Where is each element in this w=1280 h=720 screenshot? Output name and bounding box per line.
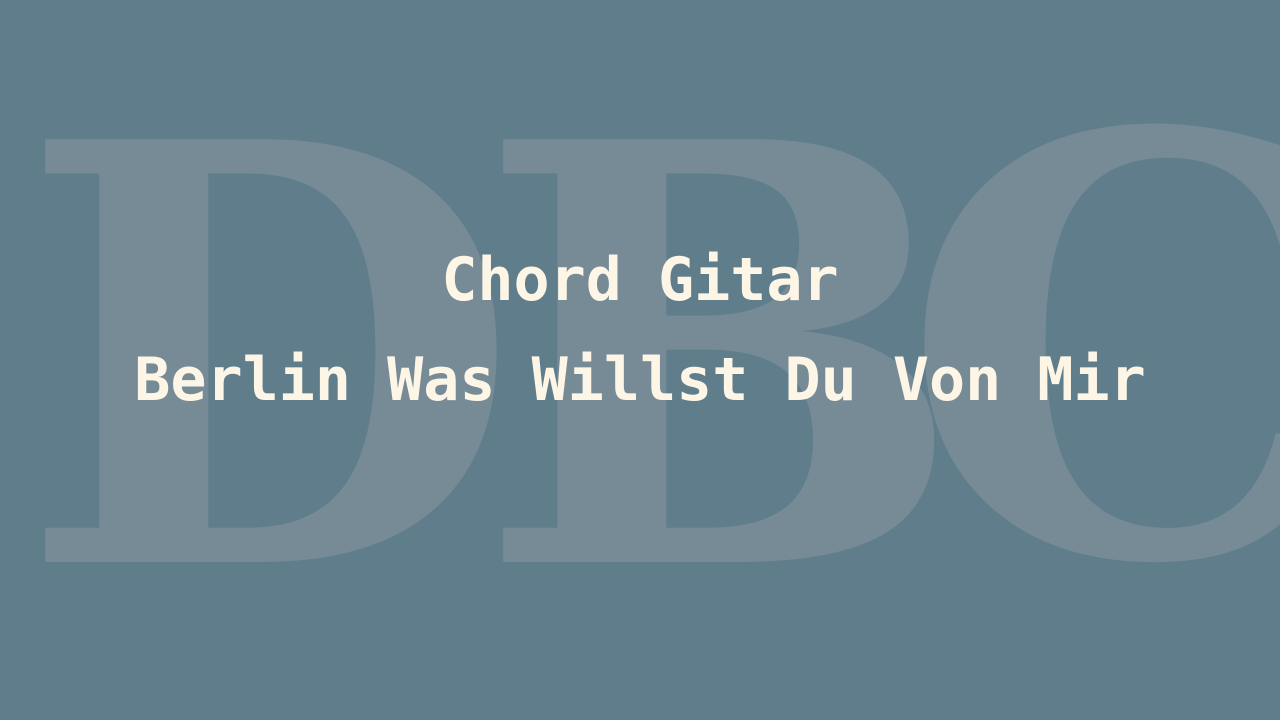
title-line-song-name: Berlin Was Willst Du Von Mir [134,345,1146,415]
title-line-chord-gitar: Chord Gitar [441,245,839,315]
page-title: Chord Gitar Berlin Was Willst Du Von Mir [0,230,1280,430]
